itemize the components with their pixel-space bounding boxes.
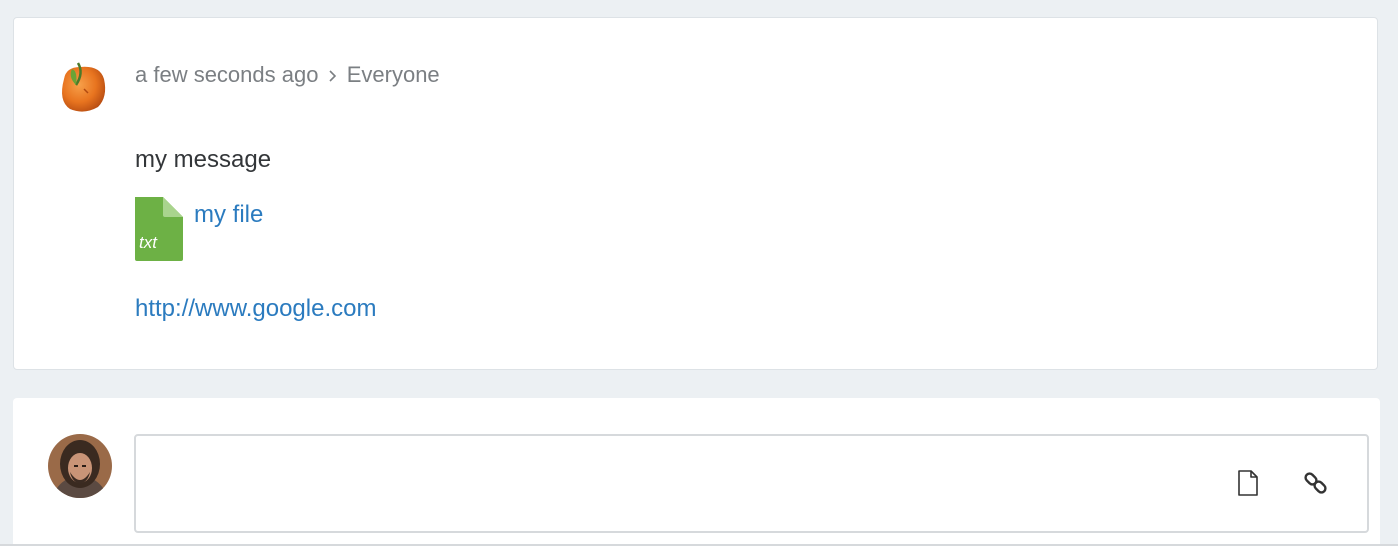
add-link-button[interactable] bbox=[1301, 468, 1331, 498]
link-icon bbox=[1304, 472, 1327, 494]
post-meta: a few seconds ago Everyone bbox=[135, 61, 440, 90]
attach-file-button[interactable] bbox=[1233, 468, 1263, 498]
attach-file-icon bbox=[1238, 470, 1258, 496]
file-name-link[interactable]: my file bbox=[194, 200, 263, 230]
post-timestamp[interactable]: a few seconds ago bbox=[135, 62, 318, 87]
file-icon[interactable]: txt bbox=[135, 197, 183, 261]
user-avatar[interactable] bbox=[48, 434, 112, 498]
comment-composer bbox=[13, 398, 1380, 546]
comment-input[interactable] bbox=[134, 434, 1369, 533]
post-card: a few seconds ago Everyone my message tx… bbox=[13, 17, 1378, 370]
post-message: my message bbox=[135, 146, 272, 173]
post-link[interactable]: http://www.google.com bbox=[135, 294, 376, 324]
post-audience[interactable]: Everyone bbox=[347, 62, 440, 87]
chevron-right-icon bbox=[328, 62, 338, 90]
file-extension: txt bbox=[139, 233, 157, 252]
author-avatar[interactable] bbox=[54, 59, 110, 115]
